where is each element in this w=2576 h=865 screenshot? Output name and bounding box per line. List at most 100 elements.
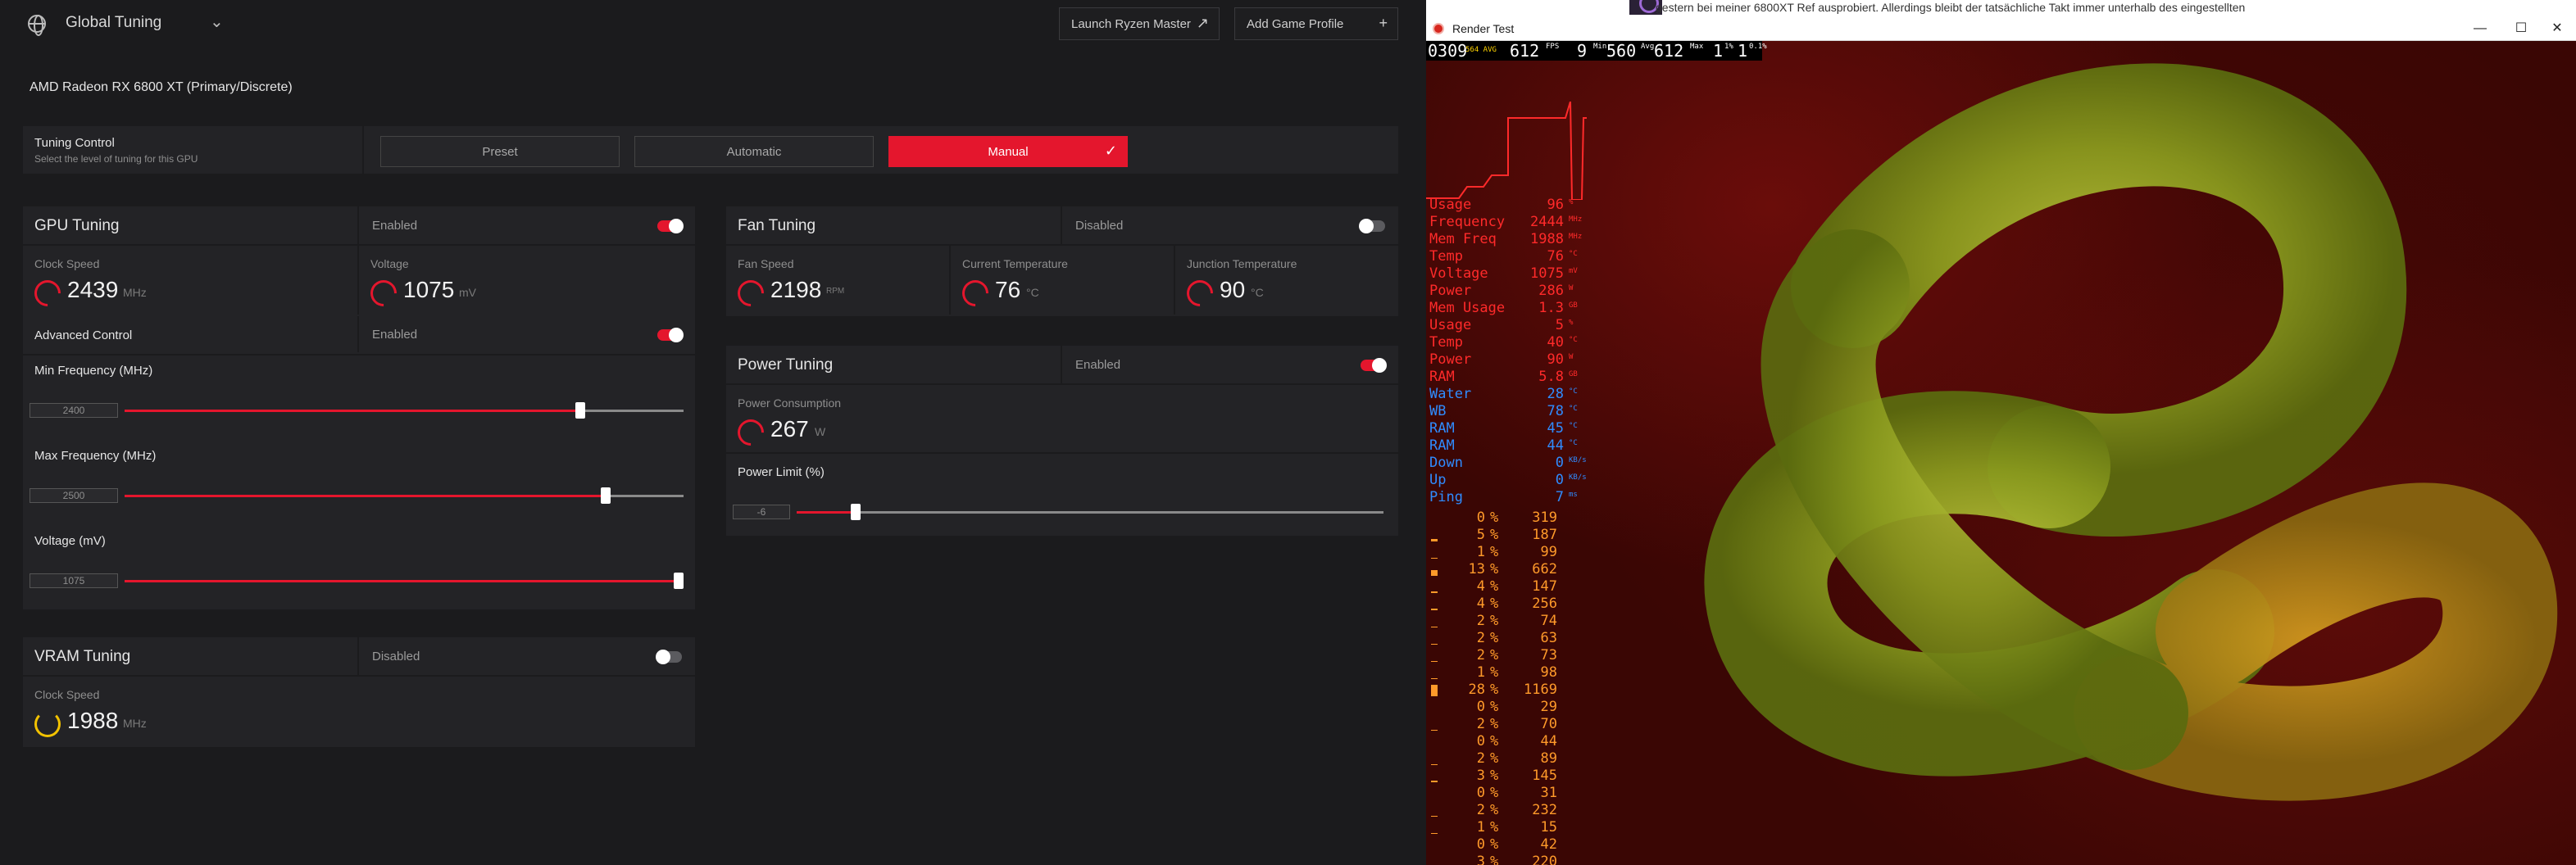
- core-clock-mhz: 15: [1540, 819, 1557, 836]
- osd-min-value: 560: [1606, 41, 1637, 61]
- core-load-percent: 1: [1476, 819, 1485, 836]
- gpu-tuning-toggle[interactable]: [657, 219, 684, 233]
- core-load-percent: 2: [1476, 630, 1485, 646]
- osd-stat-value: 28: [1547, 386, 1564, 402]
- profile-scope-label[interactable]: Global Tuning: [66, 14, 161, 32]
- voltage-input[interactable]: 1075: [30, 573, 118, 588]
- close-button[interactable]: ✕: [2541, 20, 2574, 38]
- min-frequency-input[interactable]: 2400: [30, 403, 118, 418]
- slider-thumb[interactable]: [674, 573, 684, 589]
- toggle-knob: [1372, 358, 1387, 373]
- max-frequency-input[interactable]: 2500: [30, 488, 118, 503]
- slider-fill: [125, 580, 684, 582]
- tuning-control-subtitle: Select the level of tuning for this GPU: [34, 153, 198, 165]
- core-percent-sign: %: [1490, 699, 1499, 715]
- osd-stat-name: Water: [1429, 386, 1472, 402]
- core-clock-mhz: 98: [1540, 664, 1557, 681]
- core-percent-sign: %: [1490, 785, 1499, 801]
- osd-stat-unit: MHz: [1569, 233, 1583, 241]
- max-frequency-slider[interactable]: [125, 487, 684, 504]
- power-tuning-toggle[interactable]: [1361, 358, 1387, 373]
- core-load-percent: 3: [1476, 768, 1485, 784]
- core-load-percent: 3: [1476, 854, 1485, 865]
- osd-stat-name: Usage: [1429, 197, 1472, 213]
- core-percent-sign: %: [1490, 819, 1499, 836]
- maximize-button[interactable]: ☐: [2505, 20, 2537, 38]
- voltage-slider-label: Voltage (mV): [34, 534, 106, 548]
- osd-stat-name: Temp: [1429, 248, 1463, 265]
- vram-clock-value: 1988: [67, 708, 119, 733]
- chevron-down-icon[interactable]: ⌄: [210, 11, 224, 32]
- tuning-control-label-cell: Tuning Control Select the level of tunin…: [23, 126, 364, 174]
- osd-stat-unit: W: [1569, 353, 1574, 361]
- gpu-tuning-header: GPU Tuning Enabled: [23, 206, 695, 246]
- gpu-voltage-metric: Voltage 1075 mV: [359, 246, 695, 315]
- core-load-percent: 0: [1476, 785, 1485, 801]
- osd-stat-name: Down: [1429, 455, 1463, 471]
- core-load-percent: 4: [1476, 596, 1485, 612]
- core-load-bar: [1431, 730, 1438, 731]
- tuning-manual-button[interactable]: Manual ✓: [888, 136, 1128, 167]
- slider-fill: [125, 410, 580, 412]
- toggle-knob: [1359, 219, 1374, 233]
- tuning-preset-button[interactable]: Preset: [380, 136, 620, 167]
- slider-fill: [797, 511, 856, 514]
- voltage-slider[interactable]: [125, 573, 684, 589]
- osd-core-row: 1% 99: [1429, 544, 1569, 561]
- osd-core-row: 1% 98: [1429, 664, 1569, 682]
- vram-tuning-toggle[interactable]: [656, 650, 682, 664]
- slider-thumb[interactable]: [851, 504, 861, 520]
- osd-stat-unit: °C: [1569, 439, 1578, 447]
- power-tuning-panel: Power Tuning Enabled Power Consumption 2…: [726, 346, 1398, 536]
- junction-temperature-value: 90: [1220, 277, 1246, 302]
- core-clock-mhz: 319: [1532, 509, 1557, 526]
- power-limit-label: Power Limit (%): [738, 465, 825, 479]
- osd-stat-value: 0: [1555, 472, 1564, 488]
- power-limit-slider[interactable]: [797, 504, 1383, 520]
- slider-thumb[interactable]: [601, 487, 611, 504]
- clock-speed-unit: MHz: [123, 286, 147, 299]
- core-percent-sign: %: [1490, 733, 1499, 750]
- osd-avg2-label: Avg: [1641, 43, 1655, 51]
- launch-ryzen-master-button[interactable]: Launch Ryzen Master ↗: [1059, 7, 1220, 40]
- power-limit-input[interactable]: -6: [733, 505, 790, 519]
- osd-stat-name: Power: [1429, 283, 1472, 299]
- tuning-automatic-button[interactable]: Automatic: [634, 136, 874, 167]
- osd-stat-name: RAM: [1429, 420, 1455, 437]
- osd-stat-unit: °C: [1569, 336, 1578, 344]
- core-load-bar: [1431, 609, 1438, 610]
- slider-thumb[interactable]: [575, 402, 585, 419]
- min-frequency-slider[interactable]: [125, 402, 684, 419]
- row-divider: [357, 316, 359, 352]
- osd-core-row: 2% 70: [1429, 716, 1569, 733]
- osd-stat-name: Temp: [1429, 334, 1463, 351]
- advanced-control-row: Advanced Control Enabled: [23, 316, 695, 356]
- toggle-knob: [656, 650, 670, 664]
- advanced-control-toggle[interactable]: [657, 328, 684, 342]
- osd-stat-unit: ms: [1569, 491, 1578, 499]
- osd-stat-value: 5: [1555, 317, 1564, 333]
- core-load-percent: 5: [1476, 527, 1485, 543]
- osd-core-row: 0% 31: [1429, 785, 1569, 802]
- osd-stat-unit: °C: [1569, 405, 1578, 413]
- core-load-bar: [1431, 570, 1438, 576]
- render-viewport: 0309 564 AVG 612 FPS 9 Min 560 Avg 612 Max 1 1% 1 0.…: [1426, 41, 2576, 865]
- minimize-button[interactable]: —: [2464, 20, 2496, 38]
- core-clock-mhz: 1169: [1524, 682, 1557, 698]
- fan-tuning-header: Fan Tuning Disabled: [726, 206, 1398, 246]
- current-temperature-value: 76: [995, 277, 1021, 302]
- core-clock-mhz: 147: [1532, 578, 1557, 595]
- slider-fill: [125, 495, 606, 497]
- slider-rest: [856, 511, 1383, 514]
- add-game-profile-label: Add Game Profile: [1247, 16, 1344, 31]
- fan-tuning-toggle[interactable]: [1359, 219, 1385, 233]
- osd-core-row: 2% 74: [1429, 613, 1569, 630]
- gpu-tuning-state: Enabled: [372, 219, 418, 233]
- osd-stat-unit: KB/s: [1569, 456, 1587, 464]
- fan-speed-metric: Fan Speed 2198 RPM: [726, 246, 951, 315]
- osd-core-row: 2% 232: [1429, 802, 1569, 819]
- add-game-profile-button[interactable]: Add Game Profile +: [1234, 7, 1398, 40]
- gpu-tuning-panel: GPU Tuning Enabled Clock Speed 2439 MHz …: [23, 206, 695, 609]
- osd-stat-unit: W: [1569, 284, 1574, 292]
- min-frequency-label: Min Frequency (MHz): [34, 364, 153, 378]
